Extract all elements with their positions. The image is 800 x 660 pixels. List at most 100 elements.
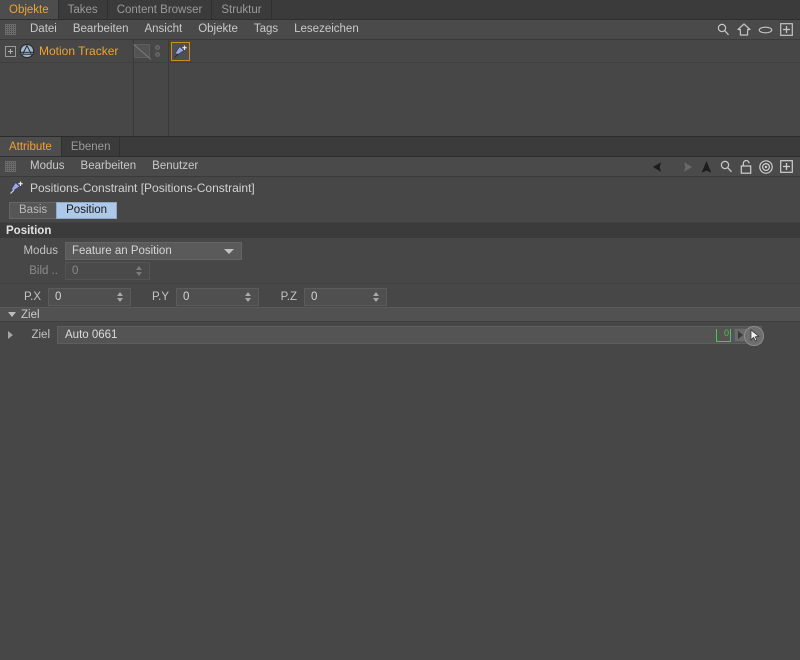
tab-position[interactable]: Position xyxy=(56,201,118,219)
expand-toggle-icon[interactable] xyxy=(5,45,16,57)
tab-basis-label: Basis xyxy=(19,204,48,216)
object-manager-toolbar xyxy=(717,23,800,36)
tab-struktur-label: Struktur xyxy=(221,3,262,16)
visibility-dots-icon[interactable] xyxy=(155,45,161,59)
py-input-value: 0 xyxy=(183,291,190,303)
tree-item-motion-tracker[interactable]: Motion Tracker xyxy=(0,40,800,62)
ziel-label: Ziel xyxy=(31,328,50,341)
position-constraint-tag-icon xyxy=(174,45,187,58)
back-arrow-icon[interactable] xyxy=(652,161,669,173)
menu-tags[interactable]: Tags xyxy=(246,20,286,39)
cinema4d-window: Objekte Takes Content Browser Struktur D… xyxy=(0,0,800,660)
attribute-manager: Attribute Ebenen Modus Bearbeiten Benutz… xyxy=(0,137,800,660)
tab-position-label: Position xyxy=(66,204,108,216)
tab-ebenen-label: Ebenen xyxy=(70,140,111,153)
attribute-manager-toolbar xyxy=(652,159,800,174)
row-divider xyxy=(0,283,800,284)
object-manager-tabstrip: Objekte Takes Content Browser Struktur xyxy=(0,0,800,20)
menu-bearbeiten[interactable]: Bearbeiten xyxy=(65,20,137,39)
spinner-icon[interactable] xyxy=(136,265,143,277)
px-input-value: 0 xyxy=(55,291,62,303)
ziel-link-value: Auto 0661 xyxy=(65,328,118,341)
py-input[interactable]: 0 xyxy=(176,288,259,306)
tag-position-constraint[interactable] xyxy=(171,42,190,61)
lock-icon[interactable] xyxy=(740,159,752,174)
tab-takes-label: Takes xyxy=(67,3,98,16)
search-icon[interactable] xyxy=(720,160,733,173)
menu-lesezeichen[interactable]: Lesezeichen xyxy=(286,20,367,39)
menu-modus[interactable]: Modus xyxy=(22,157,73,176)
layer-badge-value: 0 xyxy=(723,327,729,338)
tab-objekte-label: Objekte xyxy=(9,3,49,16)
chevron-down-icon xyxy=(8,312,16,317)
tab-objekte[interactable]: Objekte xyxy=(0,0,59,19)
menu-objekte[interactable]: Objekte xyxy=(190,20,246,39)
menu-benutzer[interactable]: Benutzer xyxy=(144,157,206,176)
page-title: Positions-Constraint [Positions-Constrai… xyxy=(30,180,255,195)
tree-item-label: Motion Tracker xyxy=(39,44,119,58)
ziel-expand-toggle[interactable] xyxy=(0,330,20,339)
px-label: P.X xyxy=(23,291,41,303)
tab-ebenen[interactable]: Ebenen xyxy=(61,137,121,156)
section-header-position-label: Position xyxy=(6,224,52,237)
grip-handle-icon[interactable] xyxy=(5,24,16,35)
position-constraint-tag-icon xyxy=(10,181,23,194)
bild-label: Bild .. xyxy=(29,265,58,277)
py-label: P.Y xyxy=(151,291,169,303)
row-ziel: Ziel Auto 0661 0 xyxy=(0,322,800,346)
menu-datei[interactable]: Datei xyxy=(22,20,65,39)
bild-input[interactable]: 0 xyxy=(65,262,150,280)
home-icon[interactable] xyxy=(737,23,751,36)
modus-label: Modus xyxy=(23,245,58,257)
spinner-icon[interactable] xyxy=(117,291,124,303)
modus-dropdown[interactable]: Feature an Position xyxy=(65,242,242,260)
bild-input-value: 0 xyxy=(72,265,79,277)
grip-handle-icon[interactable] xyxy=(5,161,16,172)
attribute-tab-buttons: Basis Position xyxy=(0,198,800,222)
tab-struktur[interactable]: Struktur xyxy=(212,0,272,19)
tab-takes[interactable]: Takes xyxy=(58,0,108,19)
row-bild: Bild .. 0 xyxy=(0,260,800,282)
attribute-manager-menubar: Modus Bearbeiten Benutzer xyxy=(0,157,800,177)
ziel-link-field[interactable]: Auto 0661 0 xyxy=(57,325,764,346)
attribute-object-header: Positions-Constraint [Positions-Constrai… xyxy=(0,177,800,198)
tab-attribute[interactable]: Attribute xyxy=(0,137,62,156)
tree-row-divider xyxy=(0,62,800,63)
menu-ansicht[interactable]: Ansicht xyxy=(136,20,190,39)
tab-attribute-label: Attribute xyxy=(9,140,52,153)
section-header-ziel-label: Ziel xyxy=(21,308,40,321)
up-arrow-icon[interactable] xyxy=(700,160,713,174)
attribute-manager-tabstrip: Attribute Ebenen xyxy=(0,137,800,157)
spinner-icon[interactable] xyxy=(245,291,252,303)
px-input[interactable]: 0 xyxy=(48,288,131,306)
menu-bearbeiten[interactable]: Bearbeiten xyxy=(73,157,145,176)
search-icon[interactable] xyxy=(717,23,730,36)
pz-input[interactable]: 0 xyxy=(304,288,387,306)
chevron-down-icon xyxy=(224,249,234,254)
tab-basis[interactable]: Basis xyxy=(9,201,57,219)
chevron-right-icon xyxy=(738,330,743,339)
object-manager-menubar: Datei Bearbeiten Ansicht Objekte Tags Le… xyxy=(0,20,800,40)
eye-icon[interactable] xyxy=(758,25,773,35)
plus-box-icon[interactable] xyxy=(780,23,793,36)
section-header-ziel[interactable]: Ziel xyxy=(0,307,800,322)
layer-badge: 0 xyxy=(716,327,731,342)
ziel-pick-button[interactable] xyxy=(744,325,764,346)
forward-arrow-icon[interactable] xyxy=(676,161,693,173)
no-edit-icon[interactable] xyxy=(134,44,150,58)
motion-tracker-icon xyxy=(19,43,35,59)
spinner-icon[interactable] xyxy=(373,291,380,303)
pz-label: P.Z xyxy=(280,291,297,303)
tab-content-browser-label: Content Browser xyxy=(116,3,203,16)
target-icon[interactable] xyxy=(759,159,773,174)
row-position-coords: P.X 0 P.Y 0 P.Z 0 xyxy=(0,285,800,307)
chevron-right-icon xyxy=(7,330,13,339)
plus-box-icon[interactable] xyxy=(780,160,793,173)
pz-input-value: 0 xyxy=(311,291,318,303)
cursor-pick-icon xyxy=(750,329,760,342)
section-header-position: Position xyxy=(0,222,800,238)
tab-content-browser[interactable]: Content Browser xyxy=(107,0,213,19)
row-modus: Modus Feature an Position xyxy=(0,238,800,260)
object-manager-tree[interactable]: Motion Tracker xyxy=(0,40,800,137)
modus-dropdown-value: Feature an Position xyxy=(72,245,172,257)
